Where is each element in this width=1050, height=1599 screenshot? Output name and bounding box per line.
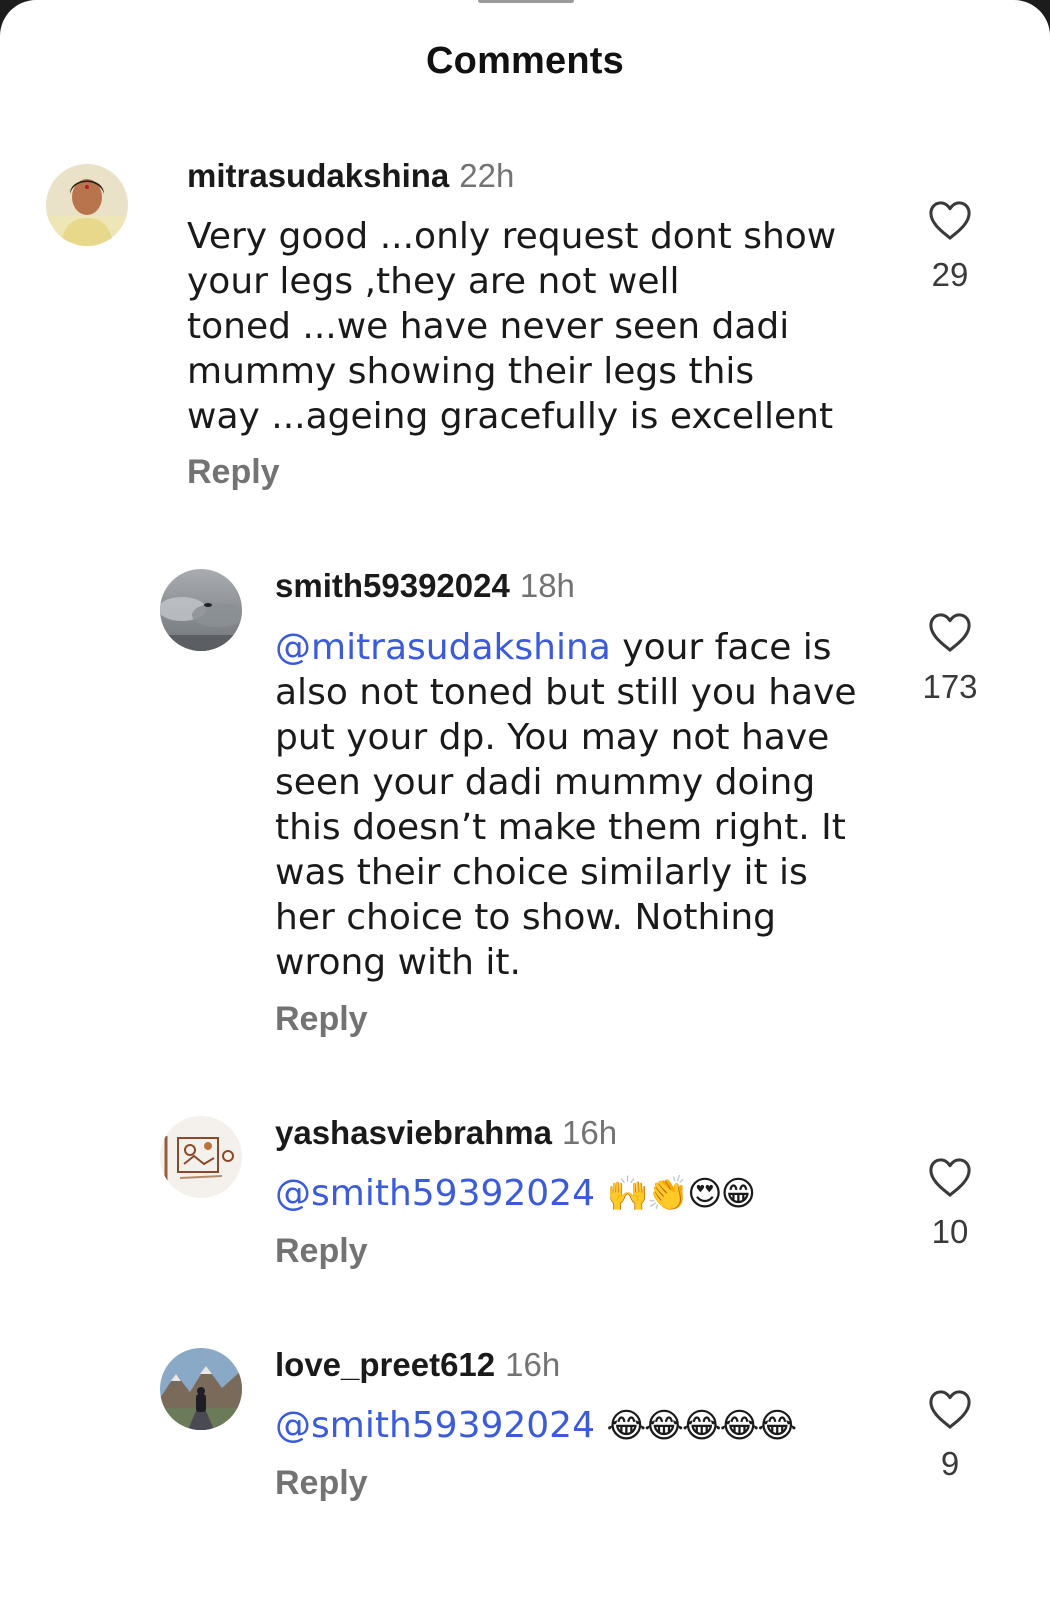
comment-text-line: @mitrasudakshina your face is — [275, 625, 857, 670]
comment-text-line: way ...ageing gracefully is excellent — [187, 396, 834, 437]
username[interactable]: love_preet612 — [275, 1346, 495, 1383]
comment-text-line: her choice to show. Nothing — [275, 897, 776, 938]
avatar[interactable] — [160, 1348, 242, 1430]
comment-text: @smith59392024 🙌👏😍😁 — [275, 1171, 756, 1217]
timestamp: 16h — [505, 1346, 561, 1383]
like-control: 9 — [895, 1389, 1005, 1483]
username[interactable]: smith59392024 — [275, 567, 510, 604]
like-control: 10 — [895, 1157, 1005, 1251]
reply-button[interactable]: Reply — [187, 453, 280, 492]
heart-icon[interactable] — [927, 1157, 973, 1199]
avatar[interactable] — [160, 1116, 242, 1198]
like-count: 29 — [931, 256, 969, 293]
reply-button[interactable]: Reply — [275, 1464, 368, 1503]
comment-meta: yashasviebrahma 16h — [275, 1113, 617, 1153]
username[interactable]: mitrasudakshina — [187, 157, 449, 194]
heart-icon[interactable] — [927, 1389, 973, 1431]
comment-text-line: this doesn’t make them right. It — [275, 807, 846, 848]
comment-meta: smith59392024 18h — [275, 566, 575, 606]
heart-icon[interactable] — [927, 612, 973, 654]
comments-sheet: Comments mitrasudakshina 22h Very good ..… — [0, 0, 1050, 1599]
profile-photo-sketch-icon — [160, 1116, 242, 1198]
comment-text: @mitrasudakshina your face is also not t… — [275, 625, 857, 985]
profile-photo-cloudy-sky-icon — [160, 569, 242, 651]
like-control: 173 — [895, 612, 1005, 706]
timestamp: 16h — [562, 1114, 618, 1151]
reply-button[interactable]: Reply — [275, 1232, 368, 1271]
timestamp: 18h — [519, 567, 575, 604]
mention-link[interactable]: @mitrasudakshina — [275, 627, 611, 668]
profile-photo-mountains-icon — [160, 1348, 242, 1430]
like-count: 173 — [922, 668, 978, 705]
heart-icon[interactable] — [927, 200, 973, 242]
comment-meta: mitrasudakshina 22h — [187, 156, 514, 196]
comment-text-line: your legs ,they are not well — [187, 261, 680, 302]
mention-link[interactable]: @smith59392024 — [275, 1405, 595, 1446]
like-control: 29 — [895, 200, 1005, 294]
comment-text-line: also not toned but still you have — [275, 672, 857, 713]
comment-text-line: mummy showing their legs this — [187, 351, 755, 392]
reply-button[interactable]: Reply — [275, 1000, 368, 1039]
comment-text-line: toned ...we have never seen dadi — [187, 306, 790, 347]
comment-text: @smith59392024 😂😂😂😂😂 — [275, 1403, 797, 1449]
comment-text-line: was their choice similarly it is — [275, 852, 808, 893]
profile-photo-woman-icon — [46, 164, 128, 246]
timestamp: 22h — [459, 157, 515, 194]
comment-text-line: seen your dadi mummy doing — [275, 762, 816, 803]
drag-handle[interactable] — [478, 0, 574, 3]
mention-link[interactable]: @smith59392024 — [275, 1173, 595, 1214]
emoji-group: 🙌👏😍😁 — [606, 1174, 756, 1214]
comment-text: Very good ...only request dont show your… — [187, 214, 836, 439]
username[interactable]: yashasviebrahma — [275, 1114, 552, 1151]
comment-meta: love_preet612 16h — [275, 1345, 560, 1385]
like-count: 10 — [931, 1213, 969, 1250]
sheet-title: Comments — [426, 40, 624, 82]
comment-text-line: wrong with it. — [275, 942, 521, 983]
avatar[interactable] — [160, 569, 242, 651]
comment-text-segment: your face is — [610, 627, 832, 668]
emoji-group: 😂😂😂😂😂 — [606, 1406, 797, 1446]
avatar[interactable] — [46, 164, 128, 246]
like-count: 9 — [940, 1445, 960, 1482]
comment-text-line: Very good ...only request dont show — [187, 216, 837, 257]
comment-text-line: put your dp. You may not have — [275, 717, 830, 758]
comment-text-line: @smith59392024 😂😂😂😂😂 — [275, 1403, 797, 1449]
comment-text-line: @smith59392024 🙌👏😍😁 — [275, 1171, 756, 1217]
